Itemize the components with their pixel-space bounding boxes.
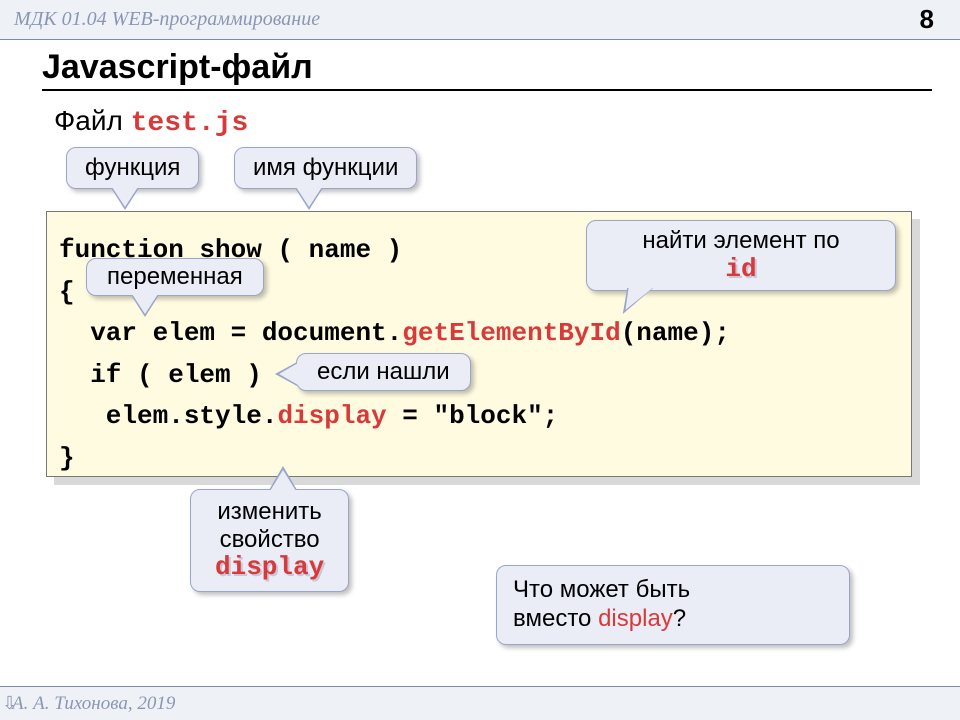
callout-if-found-label: если нашли	[317, 358, 450, 385]
code-l3a: var elem = document.	[59, 318, 402, 348]
footer-bar: ⇩ А. А. Тихонова, 2019	[0, 686, 960, 720]
callout-function-name: имя функции	[234, 147, 417, 189]
code-line-3: var elem = document.getElementById(name)…	[59, 313, 899, 355]
callout-find-by-id: найти элемент по id	[586, 220, 896, 291]
callout-question: Что может быть вместо display?	[496, 565, 850, 645]
footer-author: А. А. Тихонова, 2019	[12, 693, 175, 715]
callout-function: функция	[66, 147, 199, 189]
callout-variable: переменная	[86, 258, 264, 296]
callout-question-l1: Что может быть	[513, 576, 690, 603]
page-title: Javascript-файл	[42, 48, 960, 87]
title-underline	[42, 89, 932, 91]
subtitle-prefix: Файл	[54, 105, 131, 136]
header-bar: МДК 01.04 WEB-программирование 8	[0, 0, 960, 40]
code-line-5: elem.style.display = "block";	[59, 396, 899, 438]
callout-change-display-code: display	[215, 552, 324, 582]
callout-variable-label: переменная	[107, 263, 243, 290]
subtitle: Файл test.js	[54, 105, 960, 139]
code-l5a: elem.style.	[59, 401, 277, 431]
page-number: 8	[920, 4, 934, 35]
callout-question-l2c: ?	[673, 605, 686, 632]
callout-question-l2b: display	[598, 605, 673, 632]
content-stage: function show ( name ) { var elem = docu…	[42, 145, 932, 645]
code-l3c: (name);	[621, 318, 730, 348]
code-l5b: display	[277, 401, 386, 431]
callout-question-l2a: вместо	[513, 605, 598, 632]
code-line-4: if ( elem )	[59, 355, 899, 397]
callout-if-found: если нашли	[296, 353, 471, 391]
course-label: МДК 01.04 WEB-программирование	[14, 8, 320, 31]
code-line-6: }	[59, 438, 899, 480]
callout-function-name-label: имя функции	[253, 154, 398, 181]
code-l5c: = "block";	[387, 401, 559, 431]
callout-change-display-l1: изменить	[217, 498, 321, 525]
callout-find-by-id-code: id	[725, 254, 756, 284]
callout-change-display-l2: свойство	[220, 526, 320, 553]
subtitle-filename: test.js	[131, 108, 249, 139]
code-l3b: getElementById	[402, 318, 620, 348]
callout-function-label: функция	[85, 154, 180, 181]
callout-find-by-id-line1: найти элемент по	[642, 227, 839, 254]
callout-change-display: изменить свойство display	[190, 489, 349, 592]
